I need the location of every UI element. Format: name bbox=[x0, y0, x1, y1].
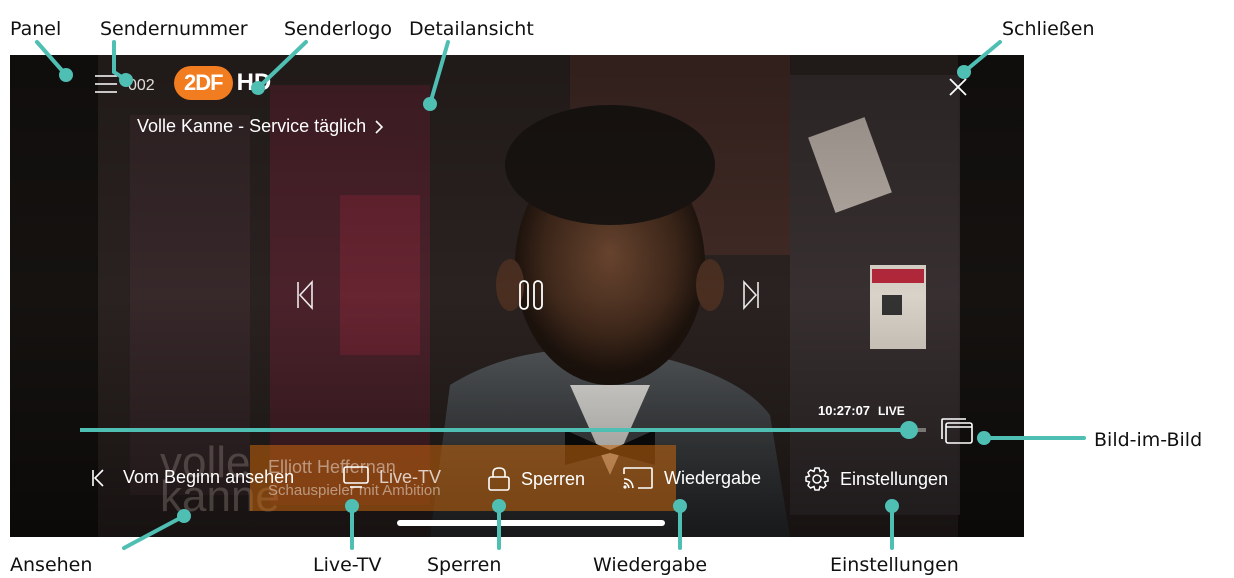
lower-third-background bbox=[250, 445, 676, 511]
live-tv-button[interactable]: Live-TV bbox=[343, 466, 441, 488]
menu-icon[interactable] bbox=[94, 74, 118, 94]
annotation-detailansicht: Detailansicht bbox=[409, 18, 534, 40]
time-display: 10:27:07 LIVE bbox=[818, 403, 905, 418]
annotation-einstellungen: Einstellungen bbox=[830, 554, 959, 576]
channel-logo-hd: HD bbox=[236, 69, 272, 96]
channel-logo-text: 2DF bbox=[184, 70, 224, 95]
start-over-icon bbox=[91, 468, 105, 488]
channel-number: 002 bbox=[128, 77, 155, 94]
program-detail-link[interactable]: Volle Kanne - Service täglich bbox=[137, 116, 384, 137]
progress-track[interactable] bbox=[80, 421, 926, 439]
skip-forward-icon[interactable] bbox=[742, 280, 760, 310]
annotation-panel: Panel bbox=[10, 18, 62, 40]
cast-button[interactable]: Wiedergabe bbox=[622, 466, 761, 490]
channel-logo: 2DF HD bbox=[174, 63, 271, 103]
progress-fill bbox=[80, 428, 910, 432]
cast-icon bbox=[622, 466, 654, 490]
lock-label: Sperren bbox=[521, 468, 586, 489]
annotation-live-tv: Live-TV bbox=[313, 554, 382, 576]
pip-icon[interactable] bbox=[940, 417, 974, 445]
gear-icon bbox=[804, 466, 830, 492]
start-over-button[interactable]: Vom Beginn ansehen bbox=[91, 467, 294, 488]
chevron-right-icon bbox=[374, 119, 384, 135]
annotation-ansehen: Ansehen bbox=[10, 554, 93, 576]
settings-label: Einstellungen bbox=[840, 468, 949, 489]
close-icon[interactable] bbox=[948, 77, 968, 97]
progress-handle[interactable] bbox=[900, 421, 919, 439]
cast-label: Wiedergabe bbox=[664, 467, 762, 488]
live-tv-label: Live-TV bbox=[379, 466, 442, 487]
video-player[interactable]: volle kanne Elliott Heffernan Schauspiel… bbox=[10, 55, 1024, 537]
lock-icon bbox=[487, 466, 511, 492]
annotation-sendernummer: Sendernummer bbox=[100, 18, 248, 40]
pause-icon[interactable] bbox=[518, 279, 544, 311]
annotation-schliessen: Schließen bbox=[1002, 18, 1095, 40]
settings-button[interactable]: Einstellungen bbox=[804, 466, 948, 492]
annotation-bild-im-bild: Bild-im-Bild bbox=[1094, 429, 1203, 451]
current-time: 10:27:07 bbox=[818, 403, 871, 418]
start-over-label: Vom Beginn ansehen bbox=[123, 467, 295, 487]
annotation-senderlogo: Senderlogo bbox=[284, 18, 392, 40]
live-badge: LIVE bbox=[878, 404, 905, 418]
annotation-wiedergabe: Wiedergabe bbox=[593, 554, 708, 576]
tv-icon bbox=[343, 466, 369, 488]
lock-button[interactable]: Sperren bbox=[487, 466, 585, 492]
skip-back-icon[interactable] bbox=[296, 280, 314, 310]
program-title: Volle Kanne - Service täglich bbox=[137, 116, 367, 136]
annotation-sperren: Sperren bbox=[427, 554, 502, 576]
home-indicator bbox=[397, 520, 665, 526]
